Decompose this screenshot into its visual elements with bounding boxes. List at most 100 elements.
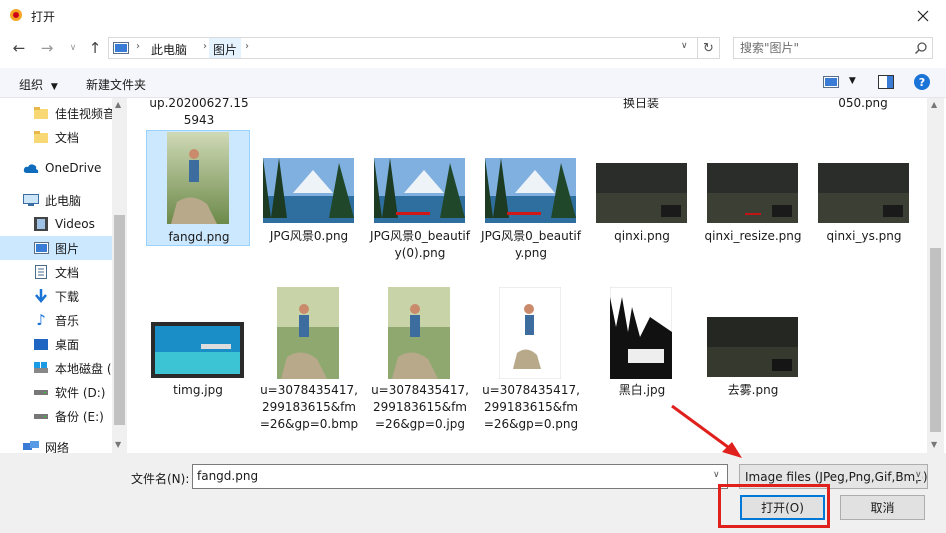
file-thumbnail	[485, 158, 576, 223]
filename-input[interactable]	[197, 469, 697, 483]
nav-item-documents-quick[interactable]: 文档	[0, 125, 112, 149]
nav-item-this-pc[interactable]: 此电脑	[0, 188, 112, 212]
file-list-scroll-thumb[interactable]	[930, 248, 941, 432]
address-bar[interactable]: › 此电脑 › 图片 › ∨	[108, 37, 698, 59]
filename-combobox[interactable]: ∨	[192, 464, 728, 489]
file-item-u3078-jpg[interactable]: u=3078435417,299183615&fm=26&gp=0.jpg	[368, 286, 472, 431]
nav-item-music[interactable]: ♪ 音乐	[0, 308, 112, 332]
cloud-icon	[23, 160, 39, 176]
file-thumbnail	[818, 163, 909, 223]
file-name: u=3078435417,299183615&fm=26&gp=0.jpg	[371, 383, 469, 431]
forward-button[interactable]: →	[36, 37, 58, 59]
nav-item-label: Videos	[55, 217, 95, 231]
nav-item-label: 音乐	[55, 313, 80, 328]
filetype-value: Image files (JPeg,Png,Gif,Bmp)	[745, 470, 928, 484]
search-box[interactable]	[733, 37, 933, 59]
chevron-right-icon[interactable]: ›	[245, 41, 249, 52]
caret-down-icon: ▼	[50, 82, 58, 92]
nav-pane-scroll-thumb[interactable]	[114, 215, 125, 425]
view-icon	[823, 76, 839, 88]
chevron-right-icon[interactable]: ›	[203, 41, 207, 52]
scroll-down-arrow-icon[interactable]: ▼	[115, 440, 121, 449]
navigation-pane: 佳佳视频音 文档 OneDrive 此电脑 Videos 图片 文档 下载 ♪ …	[0, 98, 127, 453]
file-item-jpg-landscape-beautify-0[interactable]: JPG风景0_beautify(0).png	[368, 130, 472, 260]
nav-item-drive-d[interactable]: 软件 (D:)	[0, 380, 112, 404]
chevron-down-icon[interactable]: ∨	[681, 41, 688, 51]
file-item-quwu-png[interactable]: 去雾.png	[701, 286, 805, 402]
close-icon	[917, 10, 929, 21]
file-label-partial: 050.png	[838, 98, 888, 110]
nav-item-label: 本地磁盘 (	[55, 361, 112, 376]
preview-pane-icon[interactable]	[878, 75, 894, 89]
open-file-dialog: 打开 ← → ∨ ↑ › 此电脑 › 图片 › ∨ ↻ 组织 ▼ 新建文件夹 ▼	[0, 0, 946, 533]
file-thumbnail	[707, 317, 798, 377]
file-thumbnail	[167, 132, 229, 224]
nav-item-label: 备份 (E:)	[55, 409, 104, 424]
nav-item-label: 下载	[55, 289, 80, 304]
refresh-icon: ↻	[703, 40, 714, 56]
file-item-u3078-bmp[interactable]: u=3078435417,299183615&fm=26&gp=0.bmp	[257, 286, 361, 431]
new-folder-button[interactable]: 新建文件夹	[86, 76, 146, 93]
nav-item-label: 文档	[55, 265, 80, 280]
back-button[interactable]: ←	[8, 37, 30, 59]
file-item-qinxi-ys[interactable]: qinxi_ys.png	[812, 130, 916, 246]
partial-label-line: up.20200627.15	[149, 98, 249, 110]
file-item-fangd-png[interactable]: fangd.png	[146, 130, 250, 246]
file-name: qinxi_ys.png	[826, 229, 902, 243]
organize-button[interactable]: 组织 ▼	[19, 76, 58, 93]
chevron-down-icon[interactable]: ∨	[915, 470, 922, 480]
download-icon	[33, 288, 49, 304]
folder-icon	[33, 129, 49, 145]
cancel-button[interactable]: 取消	[840, 495, 925, 520]
title-bar: 打开	[0, 0, 946, 31]
drive-icon	[33, 384, 49, 400]
nav-item-jiajia-folder[interactable]: 佳佳视频音	[0, 101, 112, 125]
drive-icon	[33, 360, 49, 376]
change-view-button[interactable]: ▼	[823, 76, 856, 91]
file-item-heibai-jpg[interactable]: 黑白.jpg	[590, 286, 694, 402]
refresh-button[interactable]: ↻	[698, 37, 720, 59]
window-title: 打开	[31, 10, 56, 24]
file-thumbnail	[596, 163, 687, 223]
desktop-icon	[33, 336, 49, 352]
file-item-qinxi-resize[interactable]: qinxi_resize.png	[701, 130, 805, 246]
file-item-jpg-landscape-0[interactable]: JPG风景0.png	[257, 130, 361, 246]
up-button[interactable]: ↑	[84, 37, 106, 59]
nav-item-label: 文档	[55, 130, 80, 145]
chevron-right-icon[interactable]: ›	[136, 41, 140, 52]
scroll-up-arrow-icon[interactable]: ▲	[115, 100, 121, 109]
nav-item-videos[interactable]: Videos	[0, 212, 112, 236]
scroll-up-arrow-icon[interactable]: ▲	[931, 100, 937, 109]
file-name: JPG风景0_beautify.png	[481, 229, 581, 260]
file-thumbnail	[151, 322, 244, 378]
breadcrumb-pictures[interactable]: 图片	[209, 38, 242, 58]
scroll-down-arrow-icon[interactable]: ▼	[931, 440, 937, 449]
search-input[interactable]	[740, 41, 910, 55]
recent-locations-button[interactable]: ∨	[62, 37, 84, 59]
nav-item-pictures[interactable]: 图片	[0, 236, 112, 260]
help-button[interactable]: ?	[914, 74, 930, 90]
file-name: JPG风景0.png	[269, 229, 349, 243]
nav-item-local-disk-c[interactable]: 本地磁盘 (	[0, 356, 112, 380]
nav-item-onedrive[interactable]: OneDrive	[0, 156, 112, 180]
folder-icon	[33, 105, 49, 121]
nav-item-label: 此电脑	[45, 193, 82, 208]
breadcrumb-this-pc[interactable]: 此电脑	[151, 41, 187, 58]
file-item-timg-jpg[interactable]: timg.jpg	[146, 286, 250, 402]
file-thumbnail	[263, 158, 354, 223]
nav-item-documents[interactable]: 文档	[0, 260, 112, 284]
file-name: u=3078435417,299183615&fm=26&gp=0.png	[482, 383, 580, 431]
music-icon: ♪	[36, 311, 46, 329]
nav-item-downloads[interactable]: 下载	[0, 284, 112, 308]
nav-item-desktop[interactable]: 桌面	[0, 332, 112, 356]
close-button[interactable]	[900, 0, 946, 31]
file-label-partial: 换日装	[622, 98, 659, 110]
file-item-jpg-landscape-beautify[interactable]: JPG风景0_beautify.png	[479, 130, 583, 260]
nav-item-drive-e[interactable]: 备份 (E:)	[0, 404, 112, 428]
nav-item-network[interactable]: 网络	[0, 435, 112, 453]
file-item-qinxi[interactable]: qinxi.png	[590, 130, 694, 246]
file-thumbnail	[707, 163, 798, 223]
computer-icon	[23, 192, 39, 208]
file-item-u3078-png[interactable]: u=3078435417,299183615&fm=26&gp=0.png	[479, 286, 583, 431]
chevron-down-icon[interactable]: ∨	[713, 470, 720, 480]
